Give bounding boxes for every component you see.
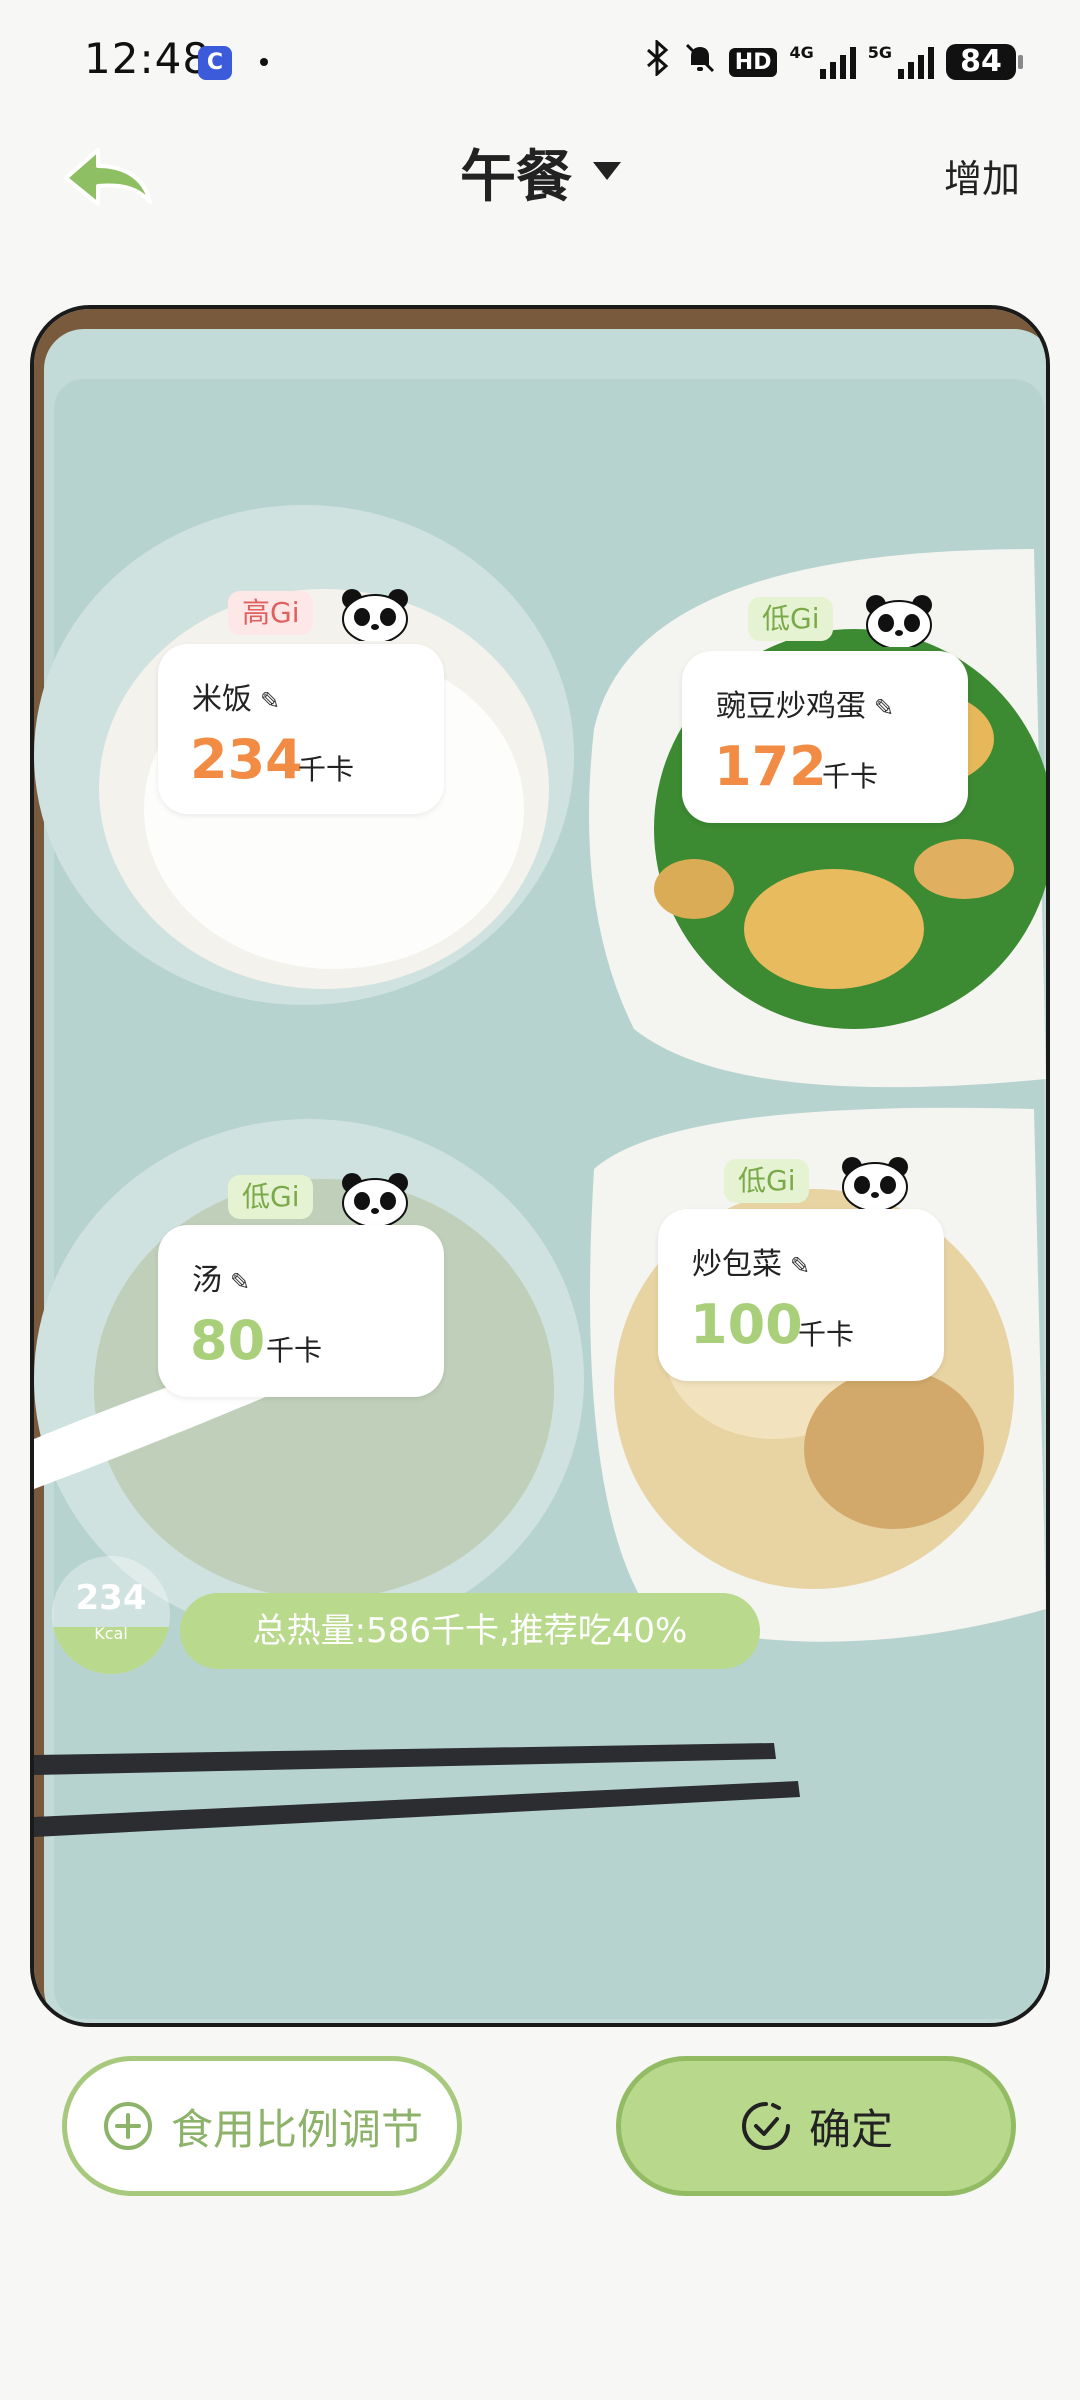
mute-bell-icon <box>683 41 717 84</box>
bluetooth-icon <box>645 38 671 85</box>
kcal-circle-unit: Kcal <box>94 1624 128 1643</box>
food-kcal-unit: 千卡 <box>298 753 355 786</box>
edit-pencil-icon[interactable]: ✎ <box>790 1252 810 1280</box>
status-time: 12:48 <box>84 34 211 83</box>
panda-icon <box>866 595 932 647</box>
add-button[interactable]: 增加 <box>944 148 1020 203</box>
notification-dot-icon <box>260 58 268 66</box>
food-kcal-unit: 千卡 <box>822 760 879 793</box>
edit-pencil-icon[interactable]: ✎ <box>260 687 280 715</box>
food-kcal-unit: 千卡 <box>266 1334 323 1367</box>
network-label-4g: 4G <box>789 42 814 62</box>
portion-adjust-button[interactable]: 食用比例调节 <box>62 2056 462 2196</box>
gi-tag-high: 高Gi <box>228 591 314 635</box>
back-button[interactable] <box>58 136 158 216</box>
kcal-circle: 234 Kcal <box>52 1556 170 1674</box>
confirm-button[interactable]: 确定 <box>616 2056 1016 2196</box>
food-label-pea-egg[interactable]: 豌豆炒鸡蛋 ✎ 172 千卡 <box>682 651 968 823</box>
caret-down-icon[interactable] <box>593 162 621 180</box>
confirm-label: 确定 <box>808 2104 893 2154</box>
total-calories-bar: 总热量:586千卡,推荐吃40% <box>180 1593 760 1669</box>
check-badge-icon <box>741 2102 790 2150</box>
gi-tag-low: 低Gi <box>748 597 834 641</box>
food-name-text: 米饭 <box>192 682 252 717</box>
food-label-soup[interactable]: 汤 ✎ 80 千卡 <box>158 1225 444 1397</box>
signal-strength-icon <box>898 45 934 79</box>
back-arrow-icon <box>64 148 152 206</box>
food-kcal-unit: 千卡 <box>798 1318 855 1351</box>
food-name-text: 豌豆炒鸡蛋 <box>716 689 866 724</box>
food-name: 米饭 ✎ <box>192 674 280 718</box>
network-label-5g: 5G <box>867 42 892 62</box>
app-notification-icon: C <box>198 46 232 80</box>
status-icons: HD 4G 5G 84 <box>645 38 1023 85</box>
food-label-rice[interactable]: 米饭 ✎ 234 千卡 <box>158 644 444 814</box>
status-bar: 12:48 C HD 4G 5G 84 <box>0 0 1080 120</box>
food-name: 炒包菜 ✎ <box>692 1239 810 1283</box>
gi-tag-low: 低Gi <box>228 1175 314 1219</box>
edit-pencil-icon[interactable]: ✎ <box>874 694 894 722</box>
food-name: 汤 ✎ <box>192 1255 250 1299</box>
meal-photo-card: 高Gi 米饭 ✎ 234 千卡 低Gi 豌豆炒鸡蛋 ✎ 172 千卡 低Gi 汤 ✎ … <box>30 305 1050 2027</box>
signal-strength-icon <box>819 45 856 79</box>
panda-icon <box>342 1173 408 1225</box>
food-kcal-value: 80 <box>190 1309 266 1372</box>
plus-circle-icon <box>103 2102 152 2150</box>
panda-icon <box>842 1157 908 1209</box>
panda-icon <box>342 589 408 641</box>
edit-pencil-icon[interactable]: ✎ <box>230 1268 250 1296</box>
food-name-text: 炒包菜 <box>692 1247 782 1282</box>
food-label-cabbage[interactable]: 炒包菜 ✎ 100 千卡 <box>658 1209 944 1381</box>
page-title[interactable]: 午餐 <box>460 132 572 213</box>
gi-tag-low: 低Gi <box>724 1159 810 1203</box>
battery-indicator: 84 <box>946 44 1023 80</box>
food-name: 豌豆炒鸡蛋 ✎ <box>716 681 894 725</box>
portion-adjust-label: 食用比例调节 <box>170 2104 423 2154</box>
hd-badge: HD <box>728 47 778 77</box>
food-kcal-value: 100 <box>690 1293 803 1356</box>
food-name-text: 汤 <box>192 1263 222 1298</box>
food-kcal-value: 172 <box>714 735 827 798</box>
kcal-circle-value: 234 <box>75 1578 147 1618</box>
food-kcal-value: 234 <box>190 728 303 791</box>
